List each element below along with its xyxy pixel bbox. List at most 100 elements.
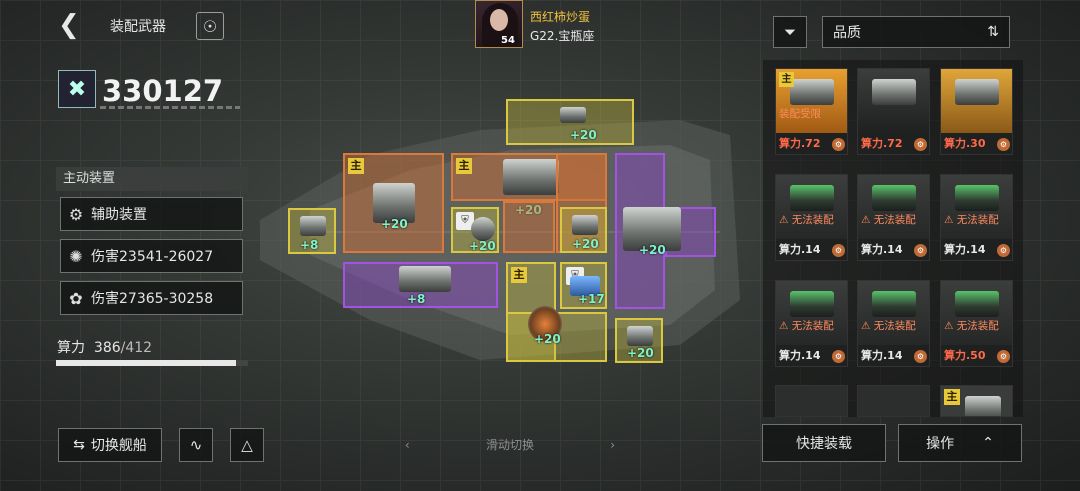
equip-warning: ⚠ 无法装配 bbox=[779, 320, 834, 332]
weapon-card[interactable]: 算力.72 ⚙ bbox=[857, 68, 930, 155]
damage-item-2[interactable]: ✿ 伤害27365-30258 bbox=[60, 281, 243, 315]
player-avatar[interactable] bbox=[475, 0, 523, 48]
weapon-card-art bbox=[858, 69, 929, 133]
weapon-card-art bbox=[776, 175, 847, 239]
wave-icon: ∿ bbox=[189, 436, 203, 454]
claw-icon: ✺ bbox=[69, 246, 83, 266]
cost-gear-icon: ⚙ bbox=[832, 138, 845, 151]
weapon-card-partial[interactable]: 主 bbox=[940, 385, 1013, 417]
cost-gear-icon: ⚙ bbox=[832, 244, 845, 257]
combat-power-icon: ✖ bbox=[58, 70, 96, 108]
quick-load-button[interactable]: 快捷装载 bbox=[762, 424, 886, 462]
formation-button[interactable]: ∿ bbox=[179, 428, 213, 462]
weapon-card[interactable]: ⚠ 无法装配 算力.14 ⚙ bbox=[775, 174, 848, 261]
slot-value: +20 bbox=[534, 332, 561, 346]
sort-select[interactable]: 品质 ⇅ bbox=[822, 16, 1010, 48]
operate-label: 操作 bbox=[926, 436, 955, 452]
aux-device-button[interactable]: ⚙ 辅助装置 bbox=[60, 197, 243, 231]
weapon-card-art bbox=[941, 281, 1012, 345]
player-name: 西红柿炒蛋 bbox=[530, 10, 591, 24]
fleet-button[interactable]: △ bbox=[230, 428, 264, 462]
cost-gear-icon: ⚙ bbox=[997, 244, 1010, 257]
player-level: 54 bbox=[501, 35, 515, 46]
weapon-image bbox=[955, 185, 999, 211]
damage-label-1: 伤害23541-26027 bbox=[91, 249, 214, 265]
weapon-image bbox=[955, 79, 999, 105]
damage-label-2: 伤害27365-30258 bbox=[91, 291, 214, 307]
capacity-used: 386 bbox=[93, 340, 121, 356]
slot-value: +20 bbox=[627, 346, 654, 360]
weapon-image bbox=[955, 291, 999, 317]
main-badge: 主 bbox=[779, 72, 794, 87]
slot-value: +20 bbox=[572, 237, 599, 251]
aux-slot[interactable]: ⛨ +20 bbox=[451, 207, 499, 253]
swap-ship-label: 切换舰船 bbox=[90, 438, 147, 454]
cost-gear-icon: ⚙ bbox=[914, 350, 927, 363]
weapon-slot-main[interactable]: 主 +20 bbox=[343, 153, 444, 253]
gear-icon: ⚙ bbox=[68, 204, 84, 224]
weapon-card[interactable]: 主装配受限 算力.72 ⚙ bbox=[775, 68, 848, 155]
main-badge: 主 bbox=[944, 389, 960, 405]
swap-ship-button[interactable]: ⇆ 切换舰船 bbox=[58, 428, 162, 462]
weapon-slot[interactable]: +20 bbox=[615, 318, 663, 363]
weapon-card[interactable]: ⚠ 无法装配 算力.14 ⚙ bbox=[775, 280, 848, 367]
equip-warning: ⚠ 无法装配 bbox=[861, 320, 916, 332]
slot-value: +17 bbox=[578, 292, 605, 306]
weapon-slot[interactable]: +20 bbox=[506, 99, 634, 145]
equip-warning: ⚠ 无法装配 bbox=[861, 214, 916, 226]
weapon-slot[interactable]: +20 bbox=[506, 306, 607, 362]
weapon-slot[interactable]: +20 bbox=[560, 207, 607, 253]
triangle-icon: △ bbox=[241, 436, 253, 454]
cost-gear-icon: ⚙ bbox=[997, 138, 1010, 151]
cost-gear-icon: ⚙ bbox=[832, 350, 845, 363]
weapon-slot[interactable]: +8 bbox=[288, 208, 336, 254]
cost-gear-icon: ⚙ bbox=[914, 244, 927, 257]
weapon-card-partial[interactable] bbox=[857, 385, 930, 417]
chevron-up-icon: ⌃ bbox=[982, 435, 994, 451]
planet-icon: ☉ bbox=[202, 16, 218, 36]
aux-slot[interactable]: ⛨ +17 bbox=[560, 262, 607, 309]
back-button[interactable]: ❮ bbox=[58, 12, 82, 38]
slot-value: +8 bbox=[300, 238, 319, 252]
sort-label: 品质 bbox=[833, 25, 861, 41]
operate-button[interactable]: 操作 ⌃ bbox=[898, 424, 1022, 462]
weapon-image bbox=[790, 79, 834, 105]
slot-value: +8 bbox=[407, 292, 426, 306]
equip-warning: ⚠ 无法装配 bbox=[944, 214, 999, 226]
capacity-max: /412 bbox=[120, 340, 153, 356]
equip-warning: 装配受限 bbox=[779, 108, 821, 120]
swap-icon: ⇆ bbox=[73, 437, 85, 453]
damage-item-1[interactable]: ✺ 伤害23541-26027 bbox=[60, 239, 243, 273]
weapon-card-art bbox=[858, 281, 929, 345]
filter-button[interactable]: ⏷ bbox=[773, 16, 807, 48]
weapon-card-art bbox=[776, 281, 847, 345]
capacity-bar-fill bbox=[56, 360, 236, 366]
capacity-readout: 算力 386/412 bbox=[57, 337, 152, 357]
weapon-card[interactable]: 算力.30 ⚙ bbox=[940, 68, 1013, 155]
chevron-left-icon: ❮ bbox=[58, 10, 80, 40]
slot-value: +20 bbox=[639, 243, 666, 257]
capacity-label: 算力 bbox=[57, 340, 85, 356]
planet-button[interactable]: ☉ bbox=[196, 12, 224, 40]
weapon-card-partial[interactable] bbox=[775, 385, 848, 417]
weapon-card[interactable]: ⚠ 无法装配 算力.14 ⚙ bbox=[857, 280, 930, 367]
power-divider bbox=[100, 106, 240, 109]
slot-value: +20 bbox=[469, 239, 496, 253]
weapon-card[interactable]: ⚠ 无法装配 算力.14 ⚙ bbox=[940, 174, 1013, 261]
player-server: G22.宝瓶座 bbox=[530, 29, 595, 43]
weapon-card[interactable]: ⚠ 无法装配 算力.50 ⚙ bbox=[940, 280, 1013, 367]
quick-load-label: 快捷装载 bbox=[796, 436, 852, 452]
page-title: 装配武器 bbox=[110, 19, 166, 35]
weapon-slot-purple[interactable]: +8 bbox=[343, 262, 498, 308]
filter-icon: ⏷ bbox=[783, 23, 796, 41]
weapon-slot-purple[interactable]: +20 bbox=[615, 153, 681, 309]
slot-value: +20 bbox=[381, 217, 408, 231]
weapon-slot[interactable] bbox=[503, 201, 555, 253]
weapon-image bbox=[790, 185, 834, 211]
missile-icon: ✿ bbox=[69, 288, 83, 308]
weapon-card-art bbox=[941, 69, 1012, 133]
capacity-bar bbox=[56, 360, 248, 366]
aux-device-label: 辅助装置 bbox=[91, 207, 147, 223]
weapon-image bbox=[872, 79, 916, 105]
weapon-card[interactable]: ⚠ 无法装配 算力.14 ⚙ bbox=[857, 174, 930, 261]
